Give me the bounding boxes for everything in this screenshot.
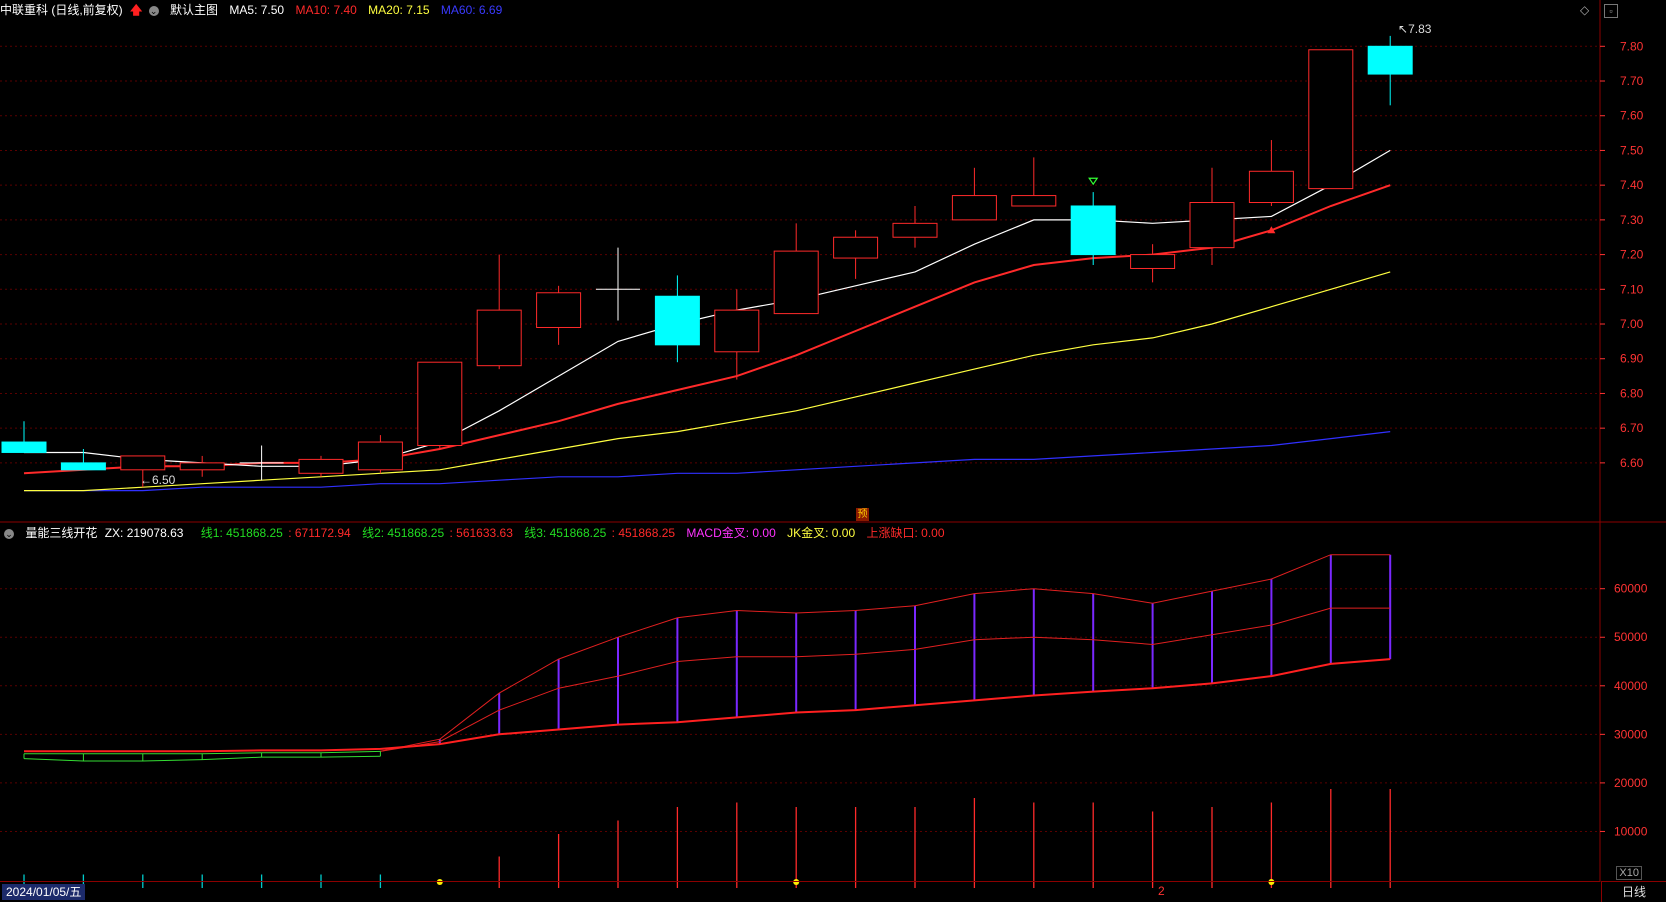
ma10-line — [23, 184, 1391, 475]
date-bar: 2024/01/05/五 2 — [0, 881, 1600, 902]
price-tick-label: 6.80 — [1620, 386, 1644, 400]
price-tick-label: 7.50 — [1620, 143, 1644, 157]
price-tick-label: 6.60 — [1620, 456, 1644, 470]
high-price-label: ↖7.83 — [1398, 22, 1432, 36]
pre-badge: 预 — [856, 508, 869, 521]
date-label: 2024/01/05/五 — [2, 884, 86, 900]
arrow-icon: ↖ — [1398, 22, 1409, 36]
candle-body — [1248, 170, 1294, 204]
price-tick-label: 7.80 — [1620, 39, 1644, 53]
candle-body — [60, 462, 106, 471]
indicator-tick-label: 10000 — [1614, 824, 1648, 838]
indicator-tick-label: 40000 — [1614, 679, 1648, 693]
candle-body — [1011, 195, 1057, 207]
indicator-line1 — [380, 554, 1391, 752]
indicator-tick-label: 30000 — [1614, 727, 1648, 741]
multiplier-label: X10 — [1616, 866, 1642, 880]
candle-body — [892, 222, 938, 238]
price-tick-label: 7.20 — [1620, 248, 1644, 262]
candle-body — [1189, 202, 1235, 249]
candle-body — [298, 458, 344, 474]
arrow-left-icon: ← — [140, 473, 152, 487]
candle-body — [1, 441, 47, 453]
price-tick-label: 7.40 — [1620, 178, 1644, 192]
page-marker: 2 — [1158, 884, 1165, 898]
candle-body — [536, 292, 582, 328]
price-tick-label: 7.60 — [1620, 109, 1644, 123]
price-tick-label: 7.30 — [1620, 213, 1644, 227]
ma5-line — [24, 149, 1391, 467]
indicator-line3 — [24, 658, 1391, 753]
price-tick-label: 7.00 — [1620, 317, 1644, 331]
candle-body — [1130, 254, 1176, 269]
indicator-tick-label: 20000 — [1614, 776, 1648, 790]
ma20-line — [24, 271, 1391, 492]
indicator-tick-label: 50000 — [1614, 630, 1648, 644]
candle-body — [654, 295, 700, 346]
candle-body — [714, 309, 760, 353]
stock-chart-app: 中联重科 (日线,前复权) 🡅 ⌄ 默认主图 MA5: 7.50 MA10: 7… — [0, 0, 1666, 902]
candle-body — [1070, 205, 1116, 256]
price-and-indicator-chart[interactable]: 7.80 7.70 7.60 7.50 7.40 7.30 7.20 7.10 7.00 6.90… — [0, 0, 1666, 902]
price-tick-label: 6.70 — [1620, 421, 1644, 435]
candle-body — [120, 455, 166, 471]
candle-body — [951, 195, 997, 221]
candle-body — [417, 361, 463, 447]
candle-body — [1367, 45, 1413, 75]
low-price-label: ←6.50 — [140, 473, 176, 487]
down-signal-icon — [1088, 177, 1099, 186]
candle-body — [179, 462, 225, 471]
candle-body — [833, 236, 879, 259]
price-tick-label: 6.90 — [1620, 352, 1644, 366]
candle-body — [773, 250, 819, 315]
price-tick-label: 7.70 — [1620, 74, 1644, 88]
price-tick-label: 7.10 — [1620, 282, 1644, 296]
indicator-tick-label: 60000 — [1614, 582, 1648, 596]
candle-body — [476, 309, 522, 367]
candle-body — [1308, 49, 1354, 190]
period-label[interactable]: 日线 — [1601, 881, 1666, 902]
candle-body — [357, 441, 403, 471]
